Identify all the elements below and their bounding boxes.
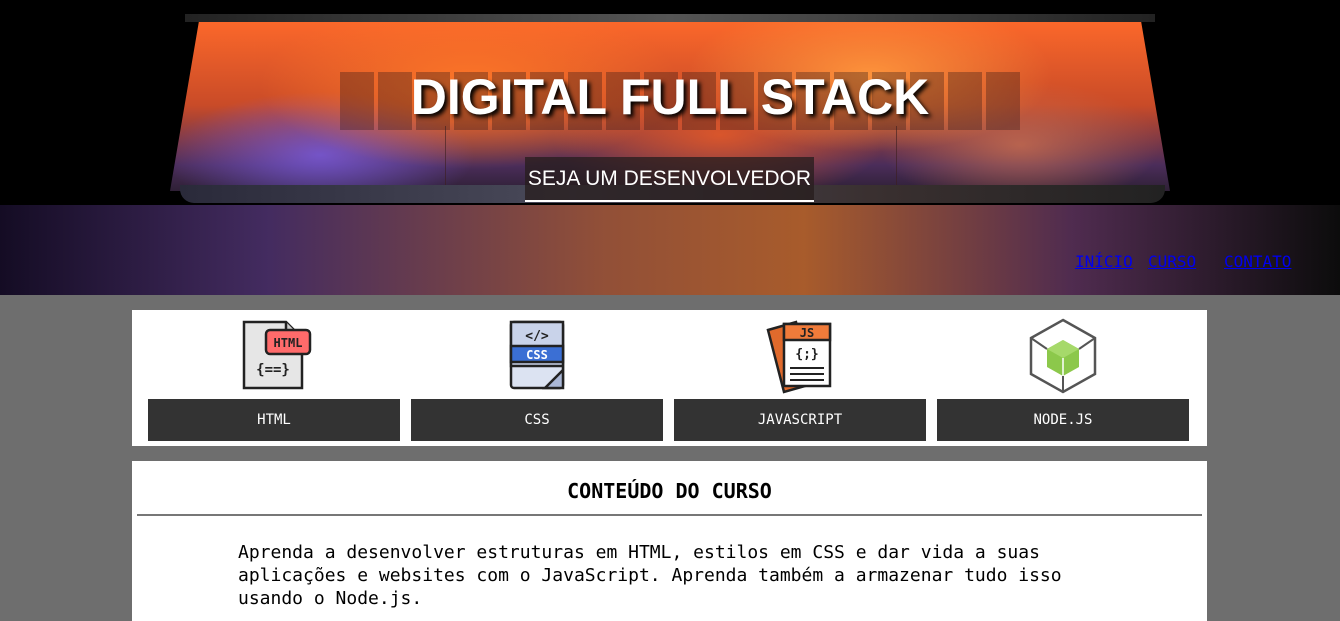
- tech-label-html: HTML: [148, 399, 400, 441]
- hero-banner: DIGITAL FULL STACK SEJA UM DESENVOLVEDOR…: [0, 0, 1340, 295]
- nav-link-contato[interactable]: CONTATO: [1224, 252, 1311, 271]
- svg-text:JS: JS: [800, 326, 814, 340]
- course-description: Aprenda a desenvolver estruturas em HTML…: [238, 542, 1062, 609]
- tech-label-css: CSS: [411, 399, 663, 441]
- tech-card-html[interactable]: HTML {==} HTML: [148, 310, 400, 446]
- tech-card-css[interactable]: </> CSS CSS: [411, 310, 663, 446]
- svg-text:</>: </>: [525, 329, 549, 344]
- tech-label-javascript: JAVASCRIPT: [674, 399, 926, 441]
- section-divider: [137, 514, 1202, 516]
- course-content-panel: CONTEÚDO DO CURSO Aprenda a desenvolver …: [132, 461, 1207, 621]
- technologies-panel: HTML {==} HTML </> CSS CSS JS {;} JAVASC…: [132, 310, 1207, 446]
- nav-link-curso[interactable]: CURSO: [1148, 252, 1217, 271]
- laptop-screen-edge: [185, 14, 1155, 22]
- html-file-icon: HTML {==}: [148, 318, 400, 394]
- site-title: DIGITAL FULL STACK: [410, 69, 930, 125]
- svg-text:{;}: {;}: [795, 347, 818, 362]
- tech-label-nodejs: NODE.JS: [937, 399, 1189, 441]
- course-content-title: CONTEÚDO DO CURSO: [567, 479, 772, 503]
- css-file-icon: </> CSS: [411, 318, 663, 394]
- svg-text:{==}: {==}: [256, 362, 290, 378]
- svg-text:HTML: HTML: [274, 336, 303, 350]
- tech-card-nodejs[interactable]: NODE.JS: [937, 310, 1189, 446]
- laptop-reflection-image: [0, 205, 1340, 295]
- svg-text:CSS: CSS: [526, 348, 548, 362]
- hero-tagline: SEJA UM DESENVOLVEDOR: [525, 157, 814, 202]
- js-file-icon: JS {;}: [674, 318, 926, 394]
- nav-link-inicio[interactable]: INÍCIO: [1075, 252, 1140, 271]
- nodejs-hexagon-icon: [937, 318, 1189, 394]
- tech-card-javascript[interactable]: JS {;} JAVASCRIPT: [674, 310, 926, 446]
